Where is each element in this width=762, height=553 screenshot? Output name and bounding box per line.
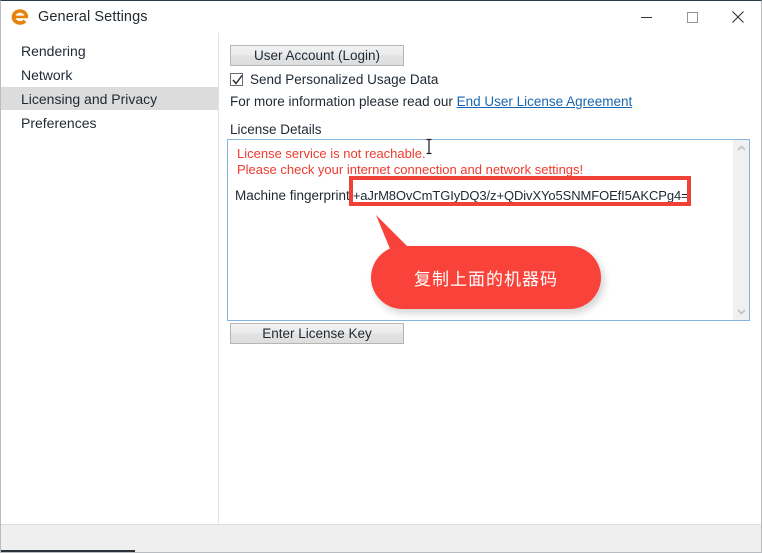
window-title: General Settings	[38, 9, 148, 25]
window-footer	[1, 524, 761, 552]
usage-data-checkbox-row[interactable]: Send Personalized Usage Data	[230, 72, 438, 87]
sidebar-item-licensing-and-privacy[interactable]: Licensing and Privacy	[1, 87, 218, 110]
eula-info-prefix: For more information please read our	[230, 94, 457, 109]
sidebar-navigation: Rendering Network Licensing and Privacy …	[1, 33, 219, 524]
close-button[interactable]	[715, 1, 761, 33]
settings-window: General Settings Rendering Network Licen…	[0, 0, 762, 553]
usage-data-checkbox-label: Send Personalized Usage Data	[250, 72, 439, 87]
eula-info-row: For more information please read our End…	[230, 94, 632, 109]
machine-fingerprint-label: Machine fingerprint	[235, 188, 350, 203]
sidebar-item-label: Licensing and Privacy	[21, 90, 158, 107]
enter-license-key-button[interactable]: Enter License Key	[230, 323, 404, 344]
chevron-down-icon[interactable]	[733, 303, 749, 320]
sidebar-item-label: Preferences	[21, 114, 97, 131]
machine-fingerprint-row: Machine fingerprint +aJrM8OvCmTGIyDQ3/z+…	[235, 188, 689, 203]
machine-fingerprint-value[interactable]: +aJrM8OvCmTGIyDQ3/z+QDivXYo5SNMFOEfI5AKC…	[350, 188, 689, 203]
license-error-line-1: License service is not reachable.	[237, 146, 426, 161]
user-account-login-button[interactable]: User Account (Login)	[230, 45, 404, 66]
sidebar-item-preferences[interactable]: Preferences	[1, 111, 218, 134]
sidebar-item-rendering[interactable]: Rendering	[1, 39, 218, 62]
chevron-up-icon[interactable]	[733, 140, 749, 157]
minimize-button[interactable]	[623, 1, 669, 33]
footer-edge-marker	[1, 550, 135, 552]
sidebar-item-network[interactable]: Network	[1, 63, 218, 86]
maximize-button[interactable]	[669, 1, 715, 33]
license-details-label: License Details	[230, 122, 322, 137]
window-controls	[623, 1, 761, 33]
sidebar-item-label: Rendering	[21, 42, 86, 59]
i-beam-text-cursor	[425, 138, 433, 160]
license-error-line-2: Please check your internet connection an…	[237, 162, 584, 177]
callout-text: 复制上面的机器码	[414, 270, 558, 289]
checkbox-checked-icon[interactable]	[230, 73, 243, 86]
license-details-scrollbar[interactable]	[732, 140, 749, 320]
end-user-license-agreement-link[interactable]: End User License Agreement	[457, 94, 633, 109]
callout-bubble: 复制上面的机器码	[371, 246, 601, 309]
sidebar-item-label: Network	[21, 66, 73, 83]
title-bar: General Settings	[1, 1, 761, 33]
enscape-e-logo-icon	[9, 6, 31, 28]
